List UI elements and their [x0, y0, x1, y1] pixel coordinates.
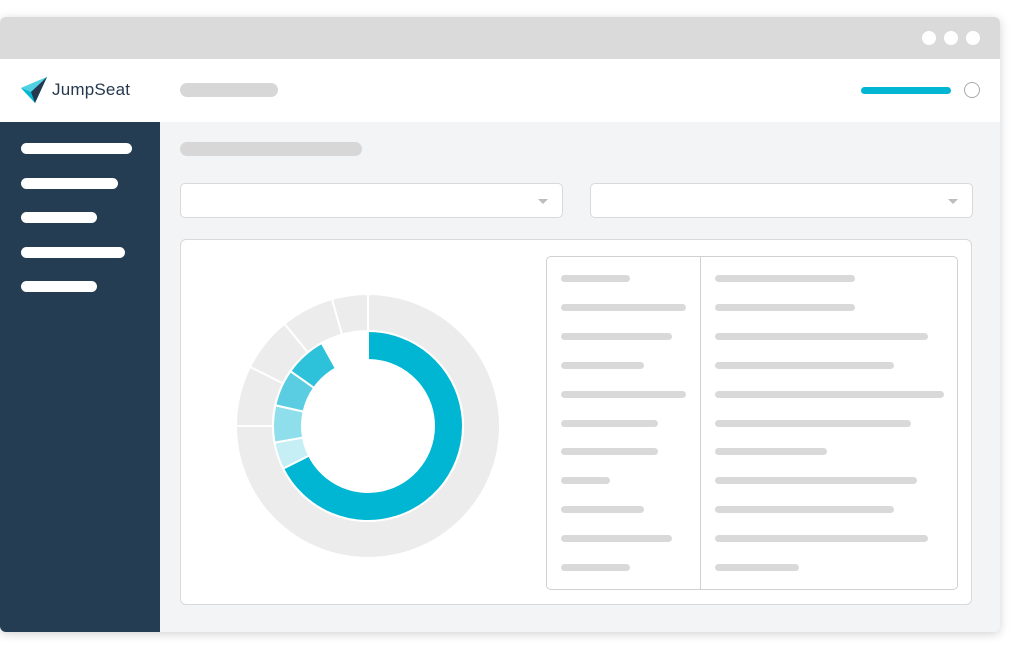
filter-dropdown[interactable] [590, 183, 973, 218]
chevron-down-icon [948, 199, 958, 204]
table-cell [715, 362, 894, 369]
table-cell [715, 506, 894, 513]
circle-icon[interactable] [964, 82, 980, 98]
donut-chart [236, 294, 500, 558]
table-cell [561, 391, 686, 398]
brand-logo[interactable]: JumpSeat [20, 76, 130, 104]
header-progress-bar [861, 87, 951, 94]
window-dot[interactable] [944, 31, 958, 45]
table-cell [715, 391, 944, 398]
table-cell [561, 275, 630, 282]
sidebar-item[interactable] [21, 212, 97, 223]
sidebar-item[interactable] [21, 143, 132, 154]
app-window: JumpSeat [0, 17, 1000, 632]
table-cell [561, 304, 686, 311]
data-table [546, 256, 958, 590]
sidebar-item[interactable] [21, 247, 125, 258]
table-cell [715, 448, 827, 455]
window-dot[interactable] [966, 31, 980, 45]
top-header: JumpSeat [0, 59, 1000, 122]
table-cell [561, 362, 644, 369]
title-bar [0, 17, 1000, 59]
chevron-down-icon [538, 199, 548, 204]
header-title-placeholder [180, 83, 278, 97]
filter-dropdown[interactable] [180, 183, 563, 218]
table-cell [561, 448, 658, 455]
table-cell [561, 420, 658, 427]
table-cell [561, 333, 672, 340]
window-controls [922, 31, 980, 45]
table-cell [715, 304, 855, 311]
brand-name: JumpSeat [52, 80, 131, 99]
window-dot[interactable] [922, 31, 936, 45]
table-cell [715, 477, 917, 484]
table-cell [715, 275, 855, 282]
table-cell [561, 477, 610, 484]
table-cell [715, 535, 928, 542]
sidebar-item[interactable] [21, 178, 118, 189]
table-cell [561, 564, 630, 571]
table-cell [561, 506, 644, 513]
table-divider [700, 257, 701, 589]
paper-plane-icon [21, 77, 47, 103]
sidebar-item[interactable] [21, 281, 97, 292]
table-cell [715, 564, 799, 571]
table-cell [715, 420, 911, 427]
table-cell [715, 333, 928, 340]
page-title-placeholder [180, 142, 362, 156]
report-panel [180, 239, 972, 605]
sidebar [0, 122, 160, 632]
table-cell [561, 535, 672, 542]
